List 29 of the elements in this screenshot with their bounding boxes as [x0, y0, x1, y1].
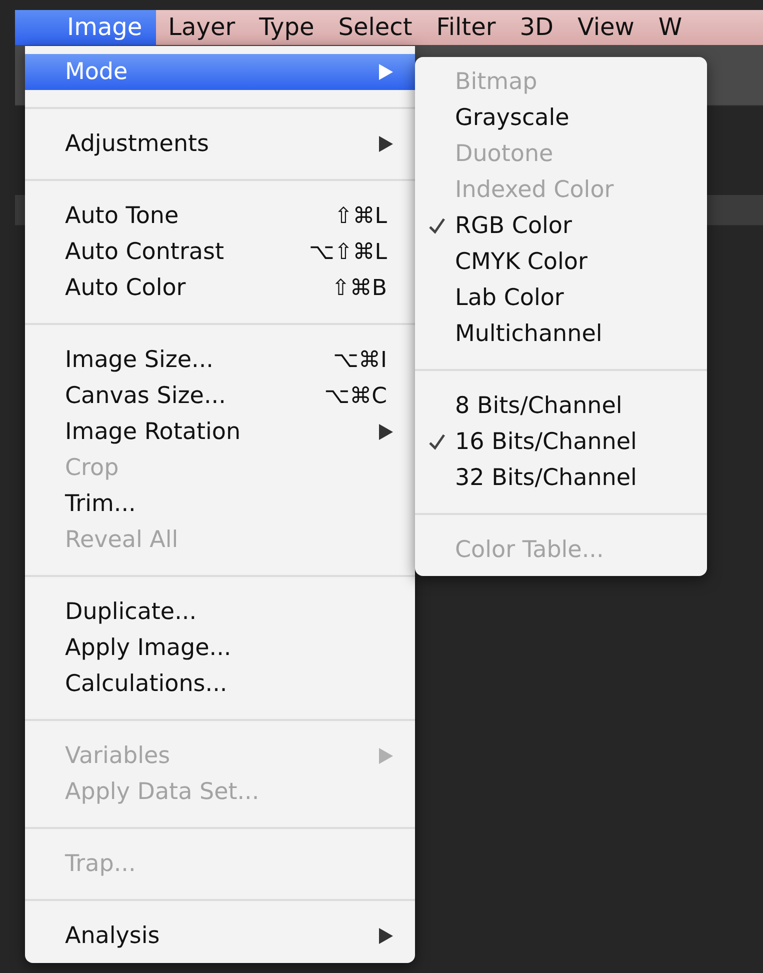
menu-item[interactable]: Canvas Size... ⌥⌘C [25, 378, 415, 414]
menu-item[interactable]: Auto Contrast ⌥⇧⌘L [25, 234, 415, 270]
menu-bar-item[interactable]: Select [326, 10, 424, 45]
menu-item[interactable]: Apply Image... [25, 630, 415, 666]
menu-item[interactable]: Image Size... ⌥⌘I [25, 342, 415, 378]
menu-item[interactable]: Trim... [25, 486, 415, 522]
menu-item[interactable]: Duplicate... [25, 594, 415, 630]
menu-item[interactable]: Mode [25, 54, 415, 90]
menu-item[interactable]: Grayscale [415, 100, 707, 136]
menu-bar-item[interactable]: Filter [424, 10, 508, 45]
menu-item[interactable]: Auto Color ⇧⌘B [25, 270, 415, 306]
menu-item[interactable]: Calculations... [25, 666, 415, 702]
menu-bar-item[interactable]: View [565, 10, 646, 45]
menu-bar-item[interactable]: Type [247, 10, 326, 45]
menu-item[interactable]: Lab Color [415, 280, 707, 316]
menu-bar-item[interactable]: Image [15, 10, 156, 45]
menu-item[interactable]: Multichannel [415, 316, 707, 352]
menu-item[interactable]: 8 Bits/Channel [415, 388, 707, 424]
menu-item[interactable]: 32 Bits/Channel [415, 460, 707, 496]
menu-bar-item[interactable]: W [646, 10, 694, 45]
menu-item[interactable]: Analysis [25, 918, 415, 954]
menu-bar-item[interactable]: Layer [156, 10, 248, 45]
menu-item[interactable]: RGB Color [415, 208, 707, 244]
menu-bar-item[interactable]: 3D [508, 10, 566, 45]
menu-item[interactable]: 16 Bits/Channel [415, 424, 707, 460]
menu-item[interactable]: Adjustments [25, 126, 415, 162]
menu-item[interactable]: CMYK Color [415, 244, 707, 280]
menu-item[interactable]: Auto Tone ⇧⌘L [25, 198, 415, 234]
menu-item[interactable]: Image Rotation [25, 414, 415, 450]
